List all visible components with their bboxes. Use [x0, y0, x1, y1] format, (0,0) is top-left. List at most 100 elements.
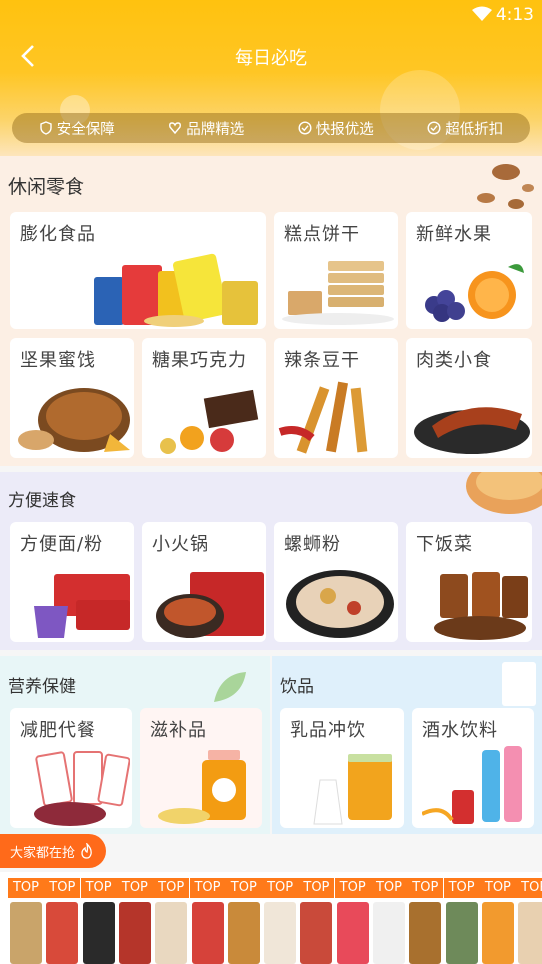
top-label: TOP	[116, 878, 153, 898]
badge-safety: 安全保障	[39, 118, 115, 139]
category-card-puffed[interactable]: 膨化食品	[10, 212, 266, 329]
top-label: TOP	[334, 878, 371, 898]
category-label: 糖果巧克力	[152, 350, 247, 371]
top-label: TOP	[153, 878, 190, 898]
luosifen-image	[286, 570, 394, 638]
side-dish-jars-image	[434, 572, 528, 640]
category-card-beverages[interactable]: 酒水饮料	[412, 708, 534, 828]
category-label: 乳品冲饮	[290, 720, 366, 741]
category-card-noodles[interactable]: 方便面/粉	[10, 522, 134, 642]
top-label: TOP	[298, 878, 335, 898]
category-card-spicy-strips[interactable]: 辣条豆干	[274, 338, 398, 458]
product-thumbnail	[481, 902, 514, 964]
product-thumbnail	[336, 902, 369, 964]
spicy-strips-image	[278, 381, 368, 454]
category-card-tonic[interactable]: 滋补品	[140, 708, 262, 828]
top-label: TOP	[262, 878, 299, 898]
section-instant: 方便速食 方便面/粉 小火锅 螺蛳粉 下饭菜	[0, 472, 542, 650]
status-bar: 4:13	[0, 0, 542, 30]
badge-label: 快报优选	[315, 121, 374, 138]
top-label: TOP	[80, 878, 117, 898]
product-thumbnail	[191, 902, 224, 964]
top-product-item[interactable]: TOP	[153, 878, 190, 964]
product-thumbnail	[409, 902, 442, 964]
category-label: 滋补品	[150, 720, 207, 741]
product-thumbnail	[518, 902, 542, 964]
product-thumbnail	[82, 902, 115, 964]
section-title: 方便速食	[8, 491, 76, 511]
category-card-nuts[interactable]: 坚果蜜饯	[10, 338, 134, 458]
guarantee-bar: 安全保障 品牌精选 快报优选 超低折扣	[12, 113, 530, 143]
hot-tag: 大家都在抢	[0, 834, 106, 868]
top-product-item[interactable]: TOP	[407, 878, 444, 964]
badge-brand: 品牌精选	[168, 118, 244, 139]
duck-meat-image	[414, 407, 530, 454]
section-drinks: 饮品 乳品冲饮 酒水饮料	[272, 656, 542, 834]
check-circle-icon	[298, 121, 312, 135]
vitamin-bottle-image	[158, 750, 246, 824]
top-label: TOP	[225, 878, 262, 898]
category-card-meat[interactable]: 肉类小食	[406, 338, 532, 458]
status-time: 4:13	[495, 5, 534, 25]
product-thumbnail	[46, 902, 79, 964]
top-product-item[interactable]: TOP	[80, 878, 117, 964]
top-product-item[interactable]: TOP	[371, 878, 407, 964]
top-label: TOP	[371, 878, 407, 898]
hotpot-image	[156, 572, 264, 638]
top-product-item[interactable]: TOP	[334, 878, 371, 964]
chocolate-image	[160, 389, 259, 454]
top-product-item[interactable]: TOP	[479, 878, 516, 964]
category-card-dairy[interactable]: 乳品冲饮	[280, 708, 404, 828]
top-product-item[interactable]: TOP	[116, 878, 153, 964]
category-label: 坚果蜜饯	[20, 350, 96, 371]
top-product-item[interactable]: TOP	[225, 878, 262, 964]
instant-noodles-image	[34, 574, 130, 638]
category-card-side-dishes[interactable]: 下饭菜	[406, 522, 532, 642]
section-health: 营养保健 减肥代餐 滋补品	[0, 656, 270, 834]
category-label: 方便面/粉	[20, 534, 104, 555]
category-card-hotpot[interactable]: 小火锅	[142, 522, 266, 642]
top-label: TOP	[407, 878, 444, 898]
check-circle-icon	[427, 121, 441, 135]
beverages-image	[422, 746, 522, 824]
section-title: 营养保健	[8, 677, 76, 697]
top-product-item[interactable]: TOP	[516, 878, 542, 964]
top-product-item[interactable]: TOP	[189, 878, 226, 964]
category-label: 糕点饼干	[284, 224, 360, 245]
top-label: TOP	[479, 878, 516, 898]
top-label: TOP	[8, 878, 44, 898]
fire-icon	[81, 843, 92, 859]
biscuits-image	[282, 261, 394, 325]
category-label: 肉类小食	[416, 350, 492, 371]
hot-tag-label: 大家都在抢	[10, 845, 76, 861]
product-thumbnail	[155, 902, 188, 964]
badge-express: 快报优选	[298, 118, 374, 139]
category-card-luosifen[interactable]: 螺蛳粉	[274, 522, 398, 642]
category-card-diet-meal[interactable]: 减肥代餐	[10, 708, 132, 828]
section-title: 休闲零食	[8, 176, 85, 198]
top-product-item[interactable]: TOP	[8, 878, 44, 964]
badge-label: 超低折扣	[445, 121, 504, 138]
category-card-fruit[interactable]: 新鲜水果	[406, 212, 532, 329]
heart-icon	[169, 122, 182, 135]
product-thumbnail	[300, 902, 333, 964]
top-label: TOP	[516, 878, 542, 898]
top-product-item[interactable]: TOP	[44, 878, 81, 964]
shield-icon	[40, 121, 52, 135]
product-thumbnail	[373, 902, 405, 964]
product-thumbnail	[118, 902, 151, 964]
product-thumbnail	[445, 902, 478, 964]
product-thumbnail	[227, 902, 260, 964]
category-label: 新鲜水果	[416, 224, 492, 245]
badge-label: 安全保障	[56, 121, 115, 138]
leaf-decoration	[214, 672, 246, 702]
top-product-item[interactable]: TOP	[262, 878, 299, 964]
top-product-item[interactable]: TOP	[443, 878, 480, 964]
category-card-candy[interactable]: 糖果巧克力	[142, 338, 266, 458]
section-snacks: 休闲零食 膨化食品 糕点饼干 新鲜水果 坚果蜜饯 糖果巧克力 辣条豆干 肉类小食	[0, 156, 542, 466]
badge-label: 品牌精选	[186, 121, 245, 138]
dairy-drink-image	[313, 754, 392, 825]
top-label: TOP	[189, 878, 226, 898]
top-product-item[interactable]: TOP	[298, 878, 335, 964]
category-card-biscuits[interactable]: 糕点饼干	[274, 212, 398, 329]
